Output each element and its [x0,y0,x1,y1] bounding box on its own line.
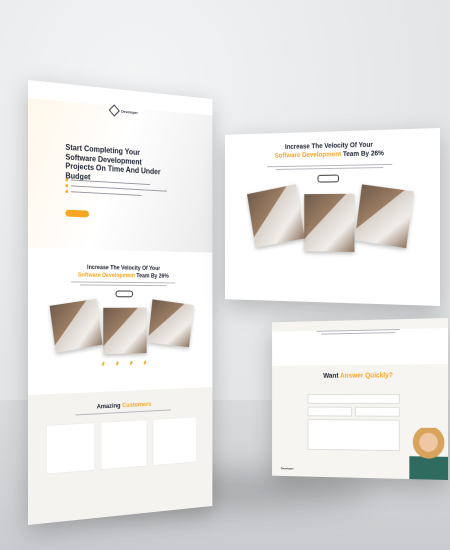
phone-field[interactable] [354,406,400,417]
laptop-photo [103,308,147,355]
cta-button[interactable] [317,174,339,183]
message-field[interactable] [307,419,400,452]
laptop-photo [246,184,305,248]
laptop-photos [28,299,212,356]
laptop-photos [225,184,440,253]
laptop-photo [354,184,414,249]
landing-page-mockup-main: Developer Start Completing Your Software… [28,80,213,525]
hero-section: Developer Start Completing Your Software… [28,98,213,253]
section-title: Increase The Velocity Of Your Software D… [77,265,169,280]
logo: Developer [28,98,212,124]
landing-page-mockup-form: Want Answer Quickly? Developer [272,318,448,480]
footer-logo: Developer [280,466,294,471]
cta-button[interactable] [115,290,133,298]
email-field[interactable] [307,406,352,417]
section-title: Increase The Velocity Of Your Software D… [274,141,384,160]
decor-dots [28,359,212,368]
testimonial-cards [28,416,212,477]
contact-form [307,394,400,454]
hero-cta-button[interactable] [65,209,89,218]
person-photo [409,427,448,480]
name-field[interactable] [307,394,400,404]
laptop-photo [304,193,355,252]
check-icon [65,184,69,188]
check-icon [65,189,69,194]
laptop-photo [49,299,103,354]
testimonial-card [45,422,96,475]
customers-section: Amazing Customers [28,387,213,525]
logo-text: Developer [121,108,138,115]
laptop-photo [147,299,194,348]
logo-icon [108,104,121,117]
landing-page-mockup-velocity: Increase The Velocity Of Your Software D… [224,128,440,306]
testimonial-card [152,416,198,467]
check-icon [65,178,69,182]
testimonial-card [100,419,148,471]
velocity-section: Increase The Velocity Of Your Software D… [28,248,212,368]
form-title: Want Answer Quickly? [323,372,393,380]
